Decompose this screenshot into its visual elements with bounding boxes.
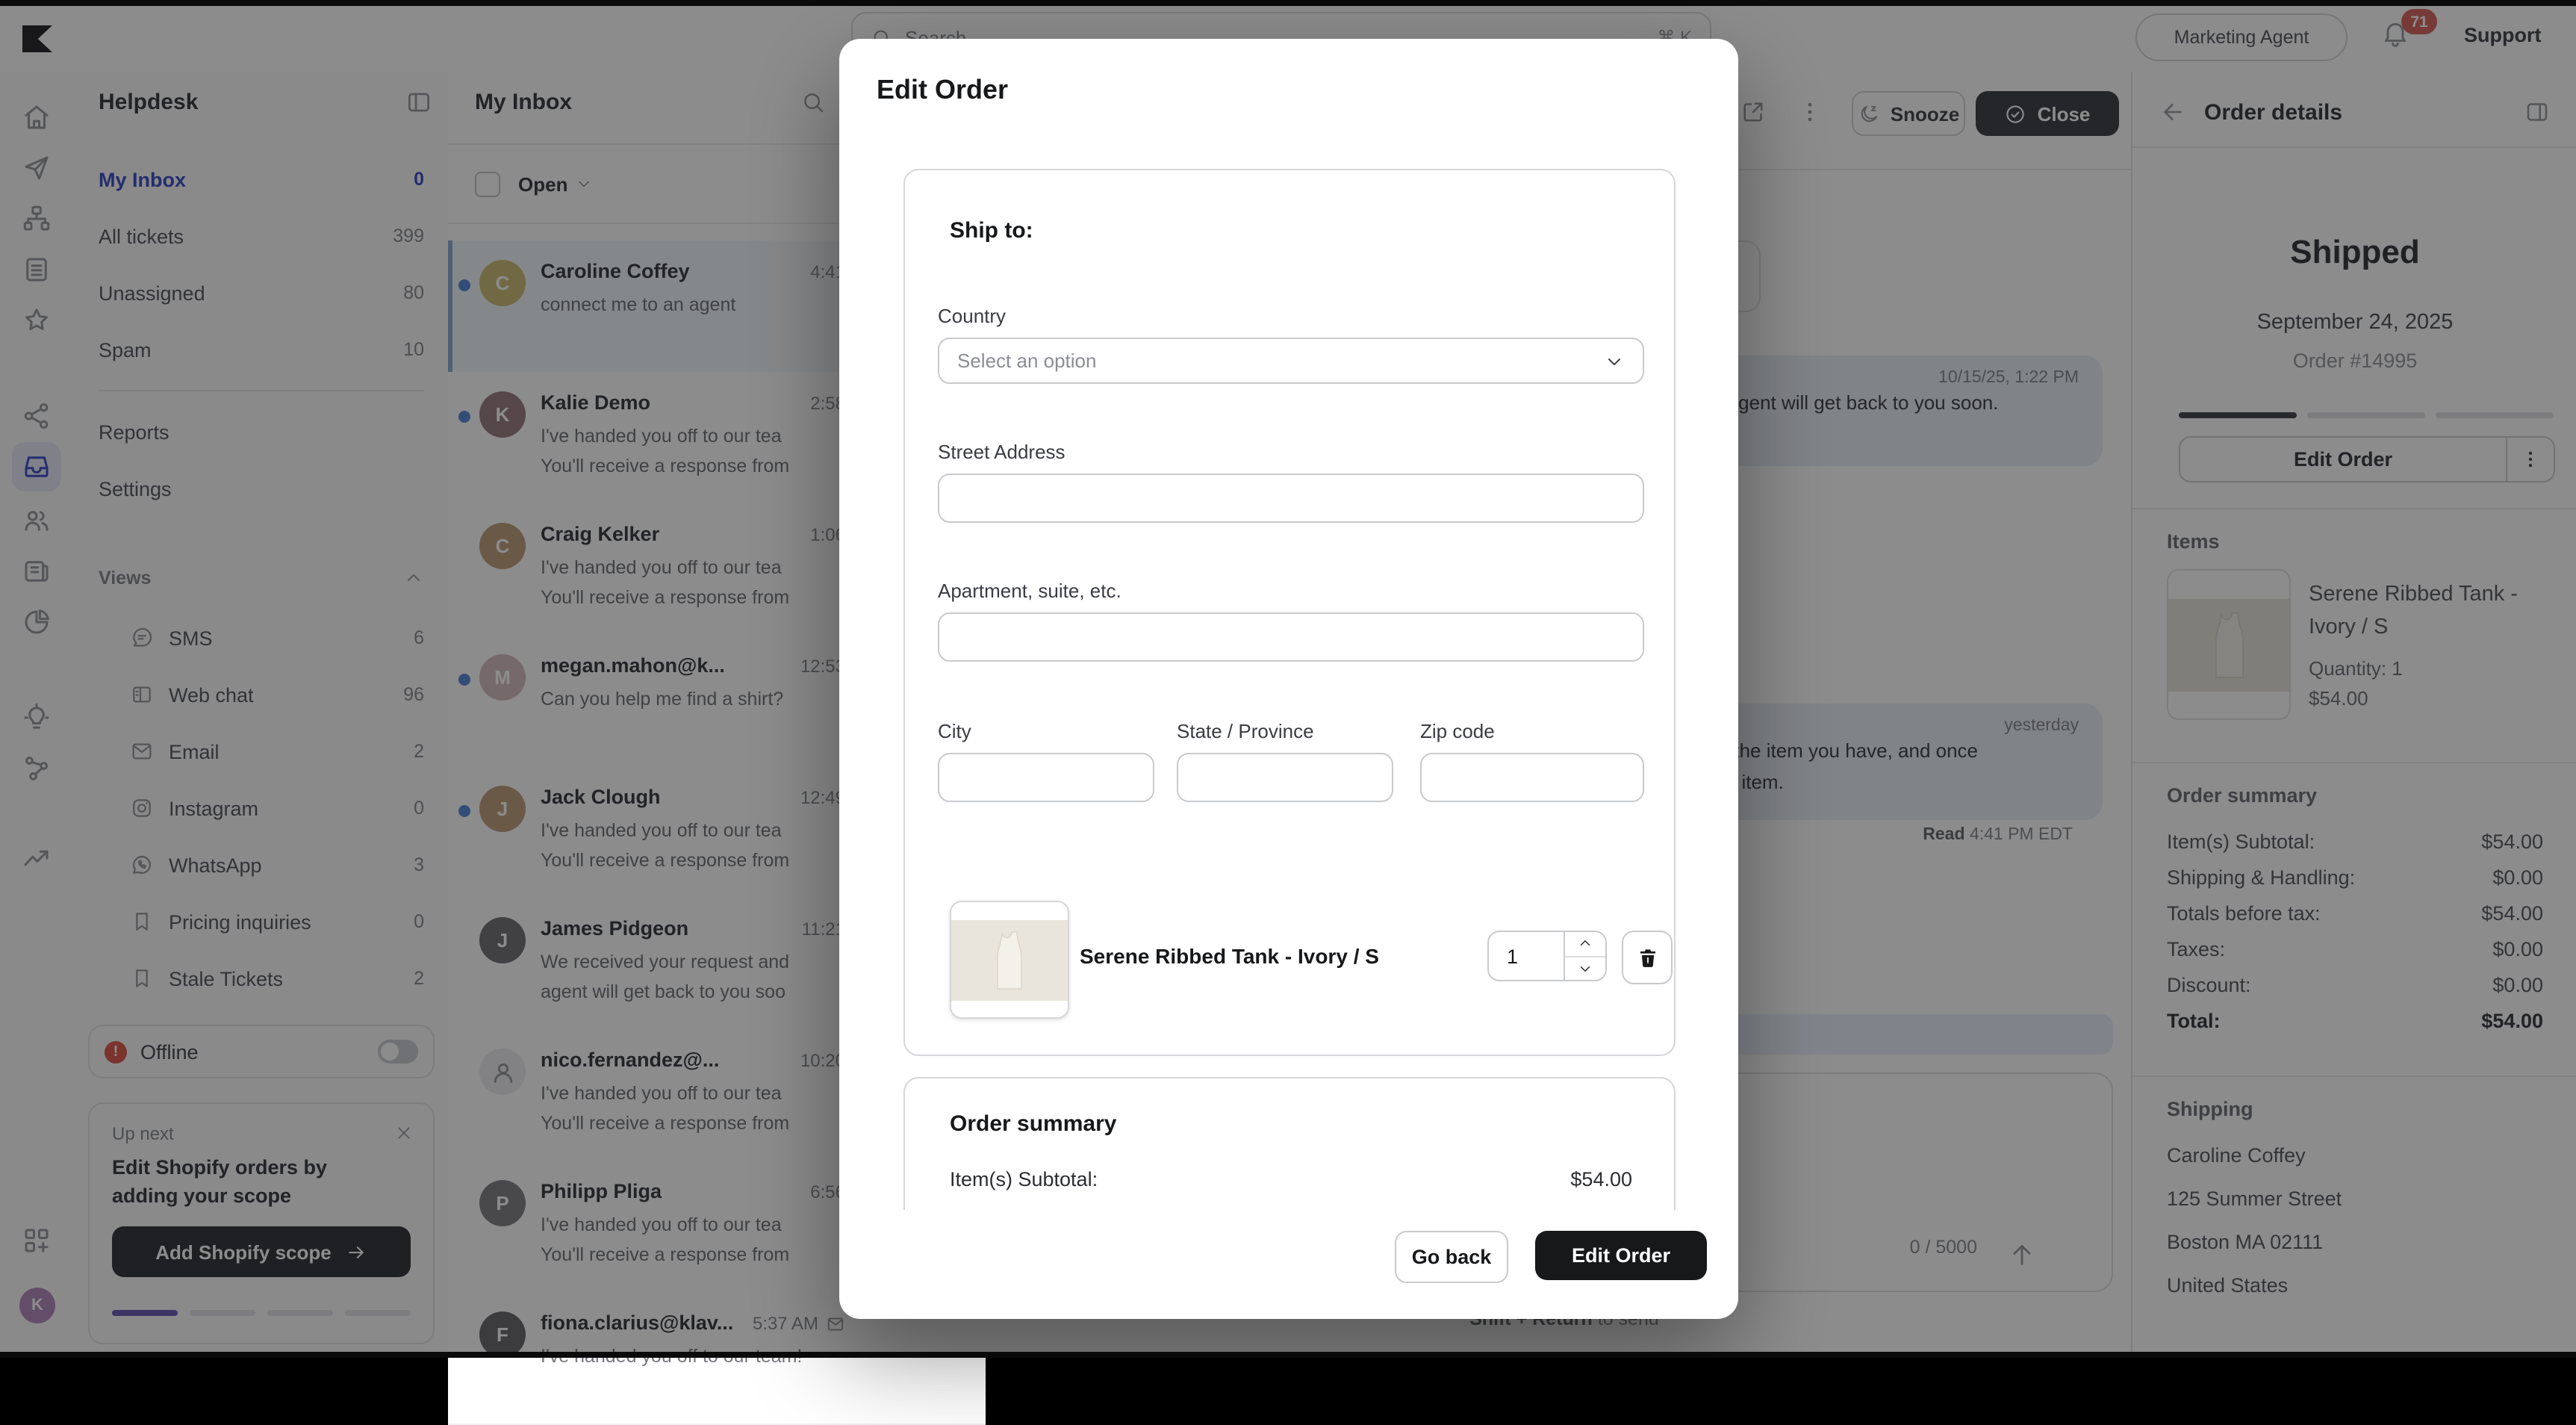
country-select[interactable]: Select an option [938, 338, 1644, 384]
city-input[interactable] [938, 753, 1154, 802]
window-edge-top [0, 0, 2576, 6]
window-edge-bottom [0, 1352, 2576, 1358]
street-address-input[interactable] [938, 474, 1644, 523]
apartment-label: Apartment, suite, etc. [938, 580, 1121, 602]
app-root: Search... ⌘ K Marketing Agent 71 Support… [0, 0, 2576, 1358]
ship-to-heading: Ship to: [950, 218, 1033, 243]
edit-order-submit-button[interactable]: Edit Order [1535, 1231, 1707, 1280]
remove-item-button[interactable] [1622, 931, 1673, 984]
quantity-up-button[interactable] [1565, 932, 1605, 955]
country-label: Country [938, 305, 1006, 327]
go-back-button[interactable]: Go back [1395, 1231, 1508, 1283]
quantity-stepper[interactable]: 1 [1487, 931, 1607, 981]
subtotal-row: Item(s) Subtotal: $54.00 [950, 1168, 1632, 1190]
state-label: State / Province [1177, 720, 1314, 742]
edit-order-modal: Edit Order Ship to: Country Select an op… [839, 39, 1738, 1319]
city-label: City [938, 720, 971, 742]
product-name: Serene Ribbed Tank - Ivory / S [1080, 944, 1379, 968]
zip-label: Zip code [1420, 720, 1495, 742]
state-input[interactable] [1177, 753, 1393, 802]
ship-to-card: Ship to: Country Select an option Street… [903, 169, 1676, 1056]
zip-input[interactable] [1420, 753, 1644, 802]
modal-title: Edit Order [877, 75, 1008, 106]
street-address-label: Street Address [938, 441, 1065, 463]
quantity-down-button[interactable] [1565, 955, 1605, 980]
product-thumbnail [950, 901, 1069, 1019]
order-summary-heading: Order summary [950, 1111, 1116, 1137]
apartment-input[interactable] [938, 612, 1644, 662]
quantity-value[interactable]: 1 [1489, 932, 1565, 980]
trash-icon [1636, 946, 1658, 969]
chevron-down-icon [1604, 350, 1625, 371]
modal-footer: Go back Edit Order [841, 1210, 1737, 1317]
